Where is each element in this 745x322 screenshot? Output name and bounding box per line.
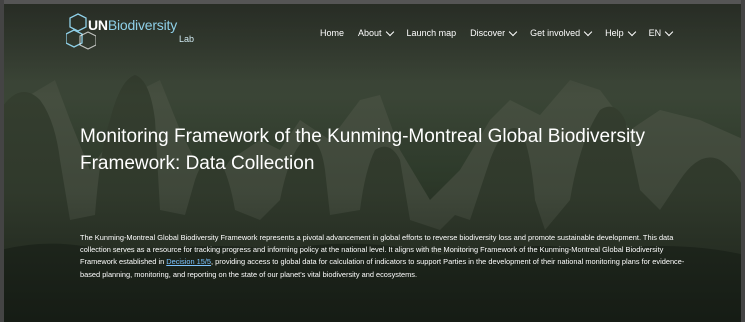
site-logo[interactable]: UNBiodiversity Lab xyxy=(66,10,206,54)
logo-text: UNBiodiversity xyxy=(88,17,178,33)
chevron-down-icon xyxy=(627,27,636,36)
intro-paragraph: The Kunming-Montreal Global Biodiversity… xyxy=(80,232,700,281)
decision-link[interactable]: Decision 15/5 xyxy=(166,257,211,266)
language-label: EN xyxy=(648,28,662,38)
nav-help-label: Help xyxy=(605,28,624,38)
nav-help[interactable]: Help xyxy=(605,27,636,38)
nav-discover[interactable]: Discover xyxy=(470,27,518,38)
chevron-down-icon xyxy=(583,27,593,36)
nav-launch-map[interactable]: Launch map xyxy=(407,28,457,38)
page-title: Monitoring Framework of the Kunming-Mont… xyxy=(80,126,645,174)
chevron-down-icon xyxy=(385,27,394,36)
logo-lab-text: Lab xyxy=(179,34,195,44)
nav-home-label: Home xyxy=(320,28,345,38)
nav-home[interactable]: Home xyxy=(320,28,344,38)
nav-launch-map-label: Launch map xyxy=(406,28,457,38)
nav-get-involved[interactable]: Get involved xyxy=(530,27,593,38)
chevron-down-icon xyxy=(664,27,674,36)
nav-about-label: About xyxy=(358,28,382,38)
chevron-down-icon xyxy=(508,27,518,36)
nav-discover-label: Discover xyxy=(470,28,506,38)
language-selector[interactable]: EN xyxy=(648,27,674,38)
main-navigation: Home About Launch map Discover Get invol… xyxy=(320,27,686,38)
nav-get-involved-label: Get involved xyxy=(530,28,581,38)
nav-about[interactable]: About xyxy=(358,27,394,38)
